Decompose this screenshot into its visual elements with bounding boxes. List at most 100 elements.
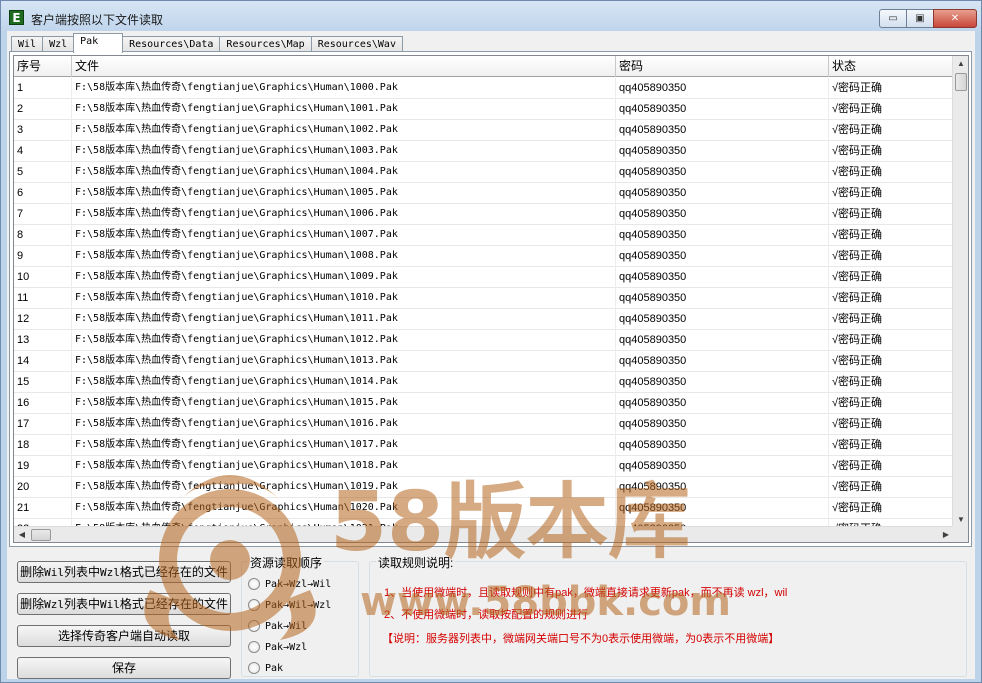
- row-status: √密码正确: [829, 141, 954, 162]
- table-row[interactable]: 3 F:\58版本库\热血传奇\fengtianjue\Graphics\Huma…: [14, 120, 954, 141]
- row-index: 13: [14, 330, 72, 351]
- row-index: 12: [14, 309, 72, 330]
- read-order-group: 资源读取顺序 Pak→Wzl→Wil Pak→Wil→Wzl Pak→Wil P…: [241, 554, 359, 677]
- row-status: √密码正确: [829, 330, 954, 351]
- row-status: √密码正确: [829, 225, 954, 246]
- row-password: qq405890350: [616, 288, 829, 309]
- horizontal-scrollbar[interactable]: ◀ ▶: [14, 526, 954, 542]
- read-order-title: 资源读取顺序: [248, 554, 325, 571]
- table-row[interactable]: 9 F:\58版本库\热血传奇\fengtianjue\Graphics\Huma…: [14, 246, 954, 267]
- file-grid[interactable]: 序号 文件 密码 状态 1 F:\58版本库\热血传奇\fengtianjue\G…: [13, 55, 969, 543]
- row-index: 4: [14, 141, 72, 162]
- table-row[interactable]: 1 F:\58版本库\热血传奇\fengtianjue\Graphics\Huma…: [14, 78, 954, 99]
- row-password: qq405890350: [616, 246, 829, 267]
- row-status: √密码正确: [829, 393, 954, 414]
- table-row[interactable]: 20 F:\58版本库\热血传奇\fengtianjue\Graphics\Hum…: [14, 477, 954, 498]
- horizontal-scroll-thumb[interactable]: [31, 529, 51, 541]
- scroll-up-icon[interactable]: ▲: [953, 56, 968, 72]
- table-row[interactable]: 2 F:\58版本库\热血传奇\fengtianjue\Graphics\Huma…: [14, 99, 954, 120]
- radio-icon[interactable]: [248, 641, 260, 653]
- app-icon: E: [9, 10, 24, 25]
- radio-icon[interactable]: [248, 578, 260, 590]
- row-index: 3: [14, 120, 72, 141]
- read-order-option-pak[interactable]: Pak: [248, 662, 283, 674]
- row-status: √密码正确: [829, 477, 954, 498]
- table-row[interactable]: 19 F:\58版本库\热血传奇\fengtianjue\Graphics\Hum…: [14, 456, 954, 477]
- scroll-left-icon[interactable]: ◀: [14, 527, 30, 542]
- table-row[interactable]: 18 F:\58版本库\热血传奇\fengtianjue\Graphics\Hum…: [14, 435, 954, 456]
- row-status: √密码正确: [829, 78, 954, 99]
- row-password: qq405890350: [616, 78, 829, 99]
- row-file-path: F:\58版本库\热血传奇\fengtianjue\Graphics\Human…: [72, 225, 616, 246]
- row-status: √密码正确: [829, 414, 954, 435]
- row-password: qq405890350: [616, 498, 829, 519]
- title-bar[interactable]: E 客户端按照以下文件读取 ▭ ▣ ✕: [1, 1, 981, 31]
- minimize-button[interactable]: ▭: [879, 9, 907, 28]
- read-order-option-pak-wzl-wil[interactable]: Pak→Wzl→Wil: [248, 578, 331, 590]
- save-button[interactable]: 保存: [17, 657, 231, 679]
- table-row[interactable]: 5 F:\58版本库\热血传奇\fengtianjue\Graphics\Huma…: [14, 162, 954, 183]
- read-order-option-pak-wzl[interactable]: Pak→Wzl: [248, 641, 307, 653]
- radio-icon[interactable]: [248, 620, 260, 632]
- table-row[interactable]: 11 F:\58版本库\热血传奇\fengtianjue\Graphics\Hum…: [14, 288, 954, 309]
- row-status: √密码正确: [829, 435, 954, 456]
- row-password: qq405890350: [616, 267, 829, 288]
- auto-read-client-button[interactable]: 选择传奇客户端自动读取: [17, 625, 231, 647]
- table-row[interactable]: 8 F:\58版本库\热血传奇\fengtianjue\Graphics\Huma…: [14, 225, 954, 246]
- table-row[interactable]: 14 F:\58版本库\热血传奇\fengtianjue\Graphics\Hum…: [14, 351, 954, 372]
- table-row[interactable]: 10 F:\58版本库\热血传奇\fengtianjue\Graphics\Hum…: [14, 267, 954, 288]
- row-password: qq405890350: [616, 435, 829, 456]
- row-index: 2: [14, 99, 72, 120]
- window-controls: ▭ ▣ ✕: [879, 9, 977, 28]
- table-row[interactable]: 15 F:\58版本库\热血传奇\fengtianjue\Graphics\Hum…: [14, 372, 954, 393]
- column-header-status[interactable]: 状态: [829, 56, 954, 77]
- read-order-option-pak-wil-wzl[interactable]: Pak→Wil→Wzl: [248, 599, 331, 611]
- row-status: √密码正确: [829, 288, 954, 309]
- row-status: √密码正确: [829, 246, 954, 267]
- table-row[interactable]: 6 F:\58版本库\热血传奇\fengtianjue\Graphics\Huma…: [14, 183, 954, 204]
- read-order-option-pak-wil[interactable]: Pak→Wil: [248, 620, 307, 632]
- button-label: Wil: [44, 566, 64, 579]
- table-row[interactable]: 17 F:\58版本库\热血传奇\fengtianjue\Graphics\Hum…: [14, 414, 954, 435]
- row-file-path: F:\58版本库\热血传奇\fengtianjue\Graphics\Human…: [72, 393, 616, 414]
- table-row[interactable]: 13 F:\58版本库\热血传奇\fengtianjue\Graphics\Hum…: [14, 330, 954, 351]
- close-button[interactable]: ✕: [933, 9, 977, 28]
- row-password: qq405890350: [616, 372, 829, 393]
- radio-icon[interactable]: [248, 599, 260, 611]
- vertical-scroll-thumb[interactable]: [955, 73, 967, 91]
- row-index: 9: [14, 246, 72, 267]
- column-header-file[interactable]: 文件: [72, 56, 616, 77]
- table-row[interactable]: 4 F:\58版本库\热血传奇\fengtianjue\Graphics\Huma…: [14, 141, 954, 162]
- row-file-path: F:\58版本库\热血传奇\fengtianjue\Graphics\Human…: [72, 435, 616, 456]
- column-header-password[interactable]: 密码: [616, 56, 829, 77]
- table-row[interactable]: 16 F:\58版本库\热血传奇\fengtianjue\Graphics\Hum…: [14, 393, 954, 414]
- delete-wzl-list-wil-files-button[interactable]: 删除Wzl列表中Wil格式已经存在的文件: [17, 593, 231, 615]
- read-rules-title: 读取规则说明:: [376, 554, 456, 571]
- column-header-index[interactable]: 序号: [14, 56, 72, 77]
- row-file-path: F:\58版本库\热血传奇\fengtianjue\Graphics\Human…: [72, 162, 616, 183]
- client-area: Wil Wzl Pak Resources\Data Resources\Map…: [7, 31, 975, 679]
- vertical-scrollbar[interactable]: ▲ ▼: [952, 56, 968, 528]
- read-rules-line-1: 1、当使用微端时，且读取规则中有pak，微端直接请求更新pak，而不再读 wzl…: [384, 587, 788, 599]
- row-password: qq405890350: [616, 351, 829, 372]
- table-row[interactable]: 21 F:\58版本库\热血传奇\fengtianjue\Graphics\Hum…: [14, 498, 954, 519]
- delete-wil-list-wzl-files-button[interactable]: 删除Wil列表中Wzl格式已经存在的文件: [17, 561, 231, 583]
- button-label: Wzl: [100, 566, 120, 579]
- row-index: 18: [14, 435, 72, 456]
- row-status: √密码正确: [829, 351, 954, 372]
- row-status: √密码正确: [829, 372, 954, 393]
- radio-icon[interactable]: [248, 662, 260, 674]
- maximize-button[interactable]: ▣: [906, 9, 934, 28]
- tab-strip: Wil Wzl Pak Resources\Data Resources\Map…: [11, 33, 403, 53]
- row-status: √密码正确: [829, 456, 954, 477]
- row-status: √密码正确: [829, 120, 954, 141]
- row-status: √密码正确: [829, 267, 954, 288]
- tab-pak[interactable]: Pak: [73, 33, 124, 53]
- row-status: √密码正确: [829, 309, 954, 330]
- row-file-path: F:\58版本库\热血传奇\fengtianjue\Graphics\Human…: [72, 78, 616, 99]
- table-row[interactable]: 12 F:\58版本库\热血传奇\fengtianjue\Graphics\Hum…: [14, 309, 954, 330]
- row-index: 6: [14, 183, 72, 204]
- table-row[interactable]: 7 F:\58版本库\热血传奇\fengtianjue\Graphics\Huma…: [14, 204, 954, 225]
- row-file-path: F:\58版本库\热血传奇\fengtianjue\Graphics\Human…: [72, 330, 616, 351]
- row-index: 17: [14, 414, 72, 435]
